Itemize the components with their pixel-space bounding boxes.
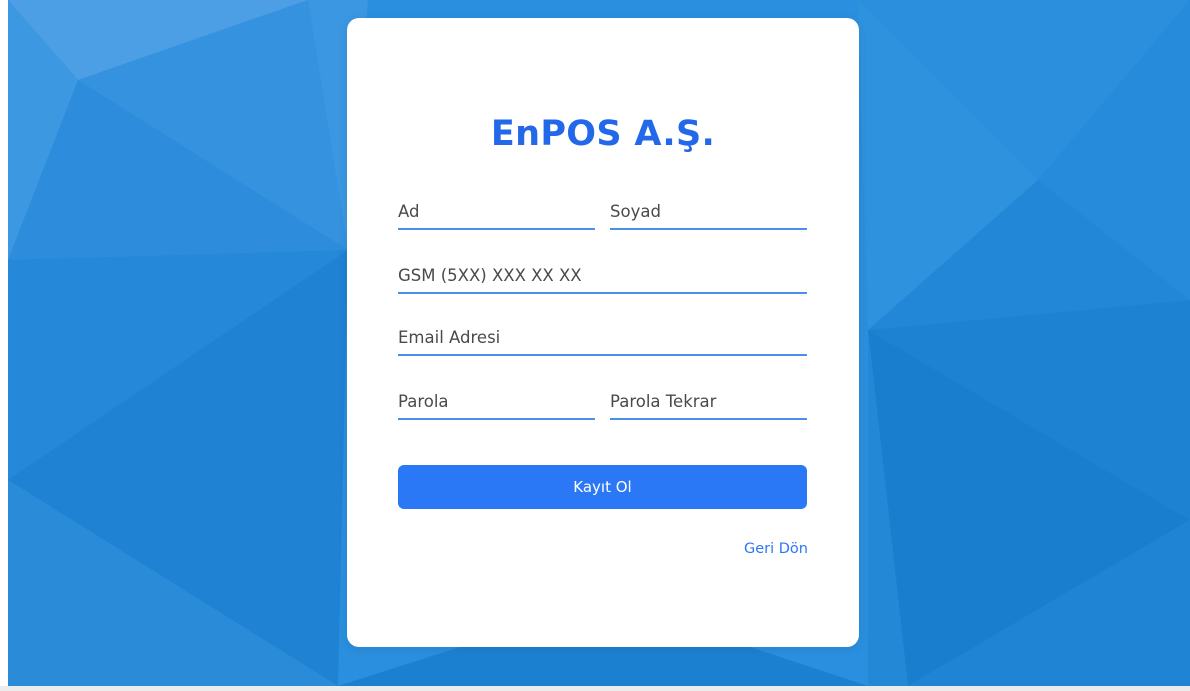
- password-repeat-field: [610, 384, 807, 420]
- page: EnPOS A.Ş. Kayıt Ol Geri Dön: [0, 0, 1190, 691]
- password-repeat-input[interactable]: [610, 384, 807, 418]
- register-button[interactable]: Kayıt Ol: [398, 465, 807, 509]
- first-name-input[interactable]: [398, 194, 595, 228]
- first-name-field: [398, 194, 595, 230]
- back-link[interactable]: Geri Dön: [744, 541, 808, 557]
- email-input[interactable]: [398, 320, 807, 354]
- password-field: [398, 384, 595, 420]
- email-field: [398, 320, 807, 356]
- last-name-field: [610, 194, 807, 230]
- phone-input[interactable]: [398, 258, 807, 292]
- password-input[interactable]: [398, 384, 595, 418]
- register-card: EnPOS A.Ş. Kayıt Ol Geri Dön: [347, 18, 859, 647]
- brand-title: EnPOS A.Ş.: [490, 114, 716, 154]
- bottom-strip: [0, 686, 1190, 691]
- last-name-input[interactable]: [610, 194, 807, 228]
- phone-field: [398, 258, 807, 294]
